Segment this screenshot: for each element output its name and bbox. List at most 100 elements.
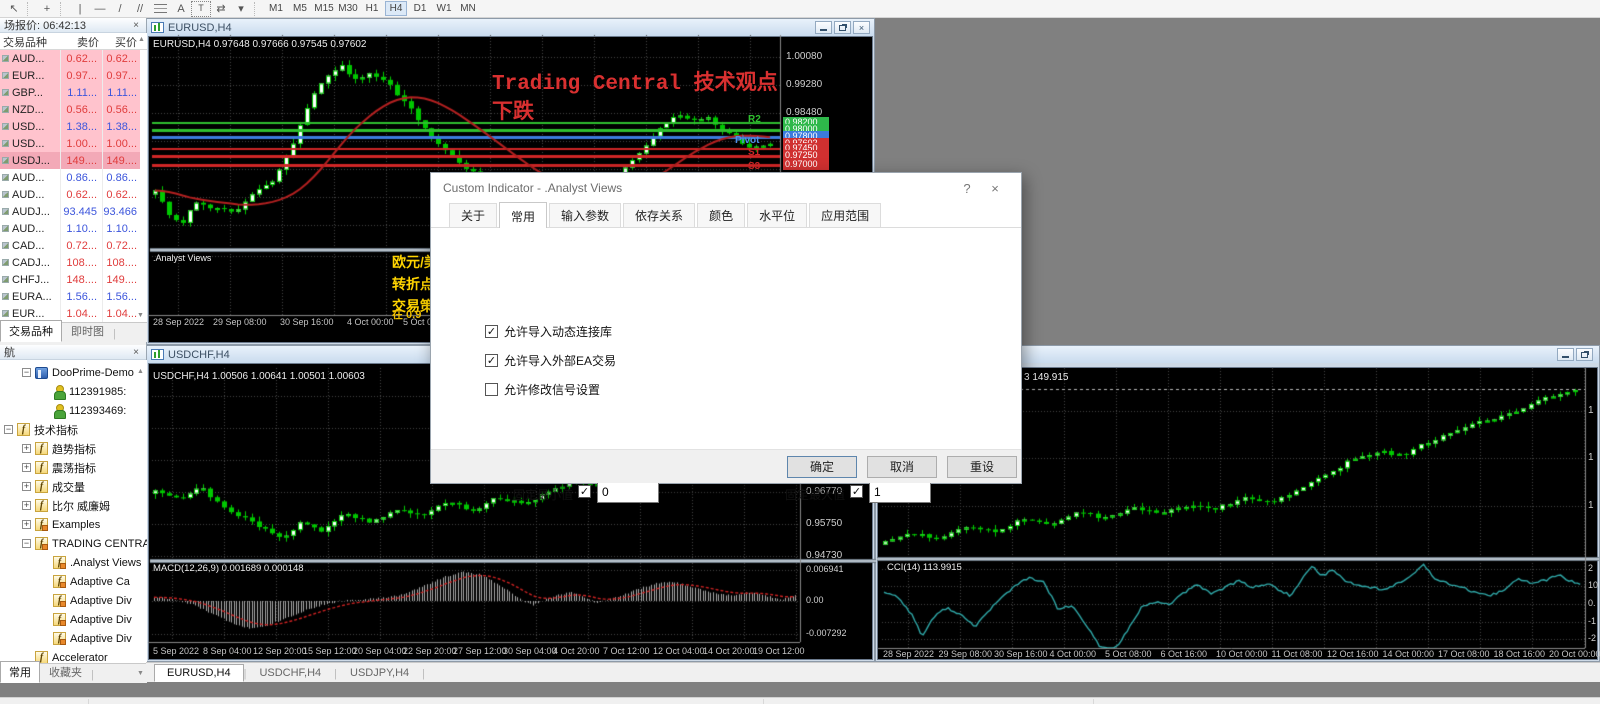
table-row[interactable]: AUD...0.86...0.86... xyxy=(0,169,140,186)
dialog-tabs: 关于常用输入参数依存关系颜色水平位应用范围 xyxy=(431,203,1021,228)
chart-tab-eurusdh4[interactable]: EURUSD,H4 xyxy=(154,664,244,682)
chart-tab-usdchfh4[interactable]: USDCHF,H4 xyxy=(246,664,334,682)
table-row[interactable]: USD...1.00...1.00... xyxy=(0,135,140,152)
tree-item[interactable]: +f震荡指标 xyxy=(0,458,96,477)
expand-icon[interactable]: + xyxy=(22,463,31,472)
timeframe-button-mn[interactable]: MN xyxy=(457,1,479,16)
timeframe-button-d1[interactable]: D1 xyxy=(409,1,431,16)
expand-icon[interactable]: + xyxy=(22,501,31,510)
scroll-up-icon[interactable]: ▲ xyxy=(138,36,145,49)
tab-常用[interactable]: 常用 xyxy=(0,661,40,683)
tree-item[interactable]: fAdaptive Div xyxy=(0,610,132,629)
tab-收藏夹[interactable]: 收藏夹 xyxy=(40,661,91,683)
horizontal-line-tool[interactable]: — xyxy=(90,1,110,17)
timeframe-button-m30[interactable]: M30 xyxy=(337,1,359,16)
ok-button[interactable]: 确定 xyxy=(787,456,857,478)
table-row[interactable]: USDJ...149....149.... xyxy=(0,152,140,169)
dialog-tab-颜色[interactable]: 颜色 xyxy=(697,203,745,227)
timeframe-button-m5[interactable]: M5 xyxy=(289,1,311,16)
expand-icon[interactable]: + xyxy=(22,520,31,529)
table-row[interactable]: GBP...1.11...1.11... xyxy=(0,84,140,101)
cursor-tool[interactable]: ↖ xyxy=(4,1,24,17)
collapse-icon[interactable]: − xyxy=(22,539,31,548)
mw-column-2[interactable]: 买价 xyxy=(102,33,140,49)
tree-item[interactable]: −DooPrime-Demo xyxy=(0,363,134,382)
tree-item[interactable]: fAdaptive Div xyxy=(0,629,132,648)
reset-button[interactable]: 重设 xyxy=(947,456,1017,478)
timeframe-button-h4[interactable]: H4 xyxy=(385,1,407,16)
dialog-tab-依存关系[interactable]: 依存关系 xyxy=(623,203,695,227)
checkbox-row[interactable]: 允许修改信号设置 xyxy=(485,381,600,398)
expand-icon[interactable]: + xyxy=(22,444,31,453)
tree-item[interactable]: +fExamples xyxy=(0,515,100,534)
dialog-tab-常用[interactable]: 常用 xyxy=(499,202,547,228)
close-icon[interactable]: × xyxy=(130,347,142,358)
checkbox-unchecked-icon[interactable] xyxy=(485,383,498,396)
table-row[interactable]: NZD...0.56...0.56... xyxy=(0,101,140,118)
timeframe-button-m15[interactable]: M15 xyxy=(313,1,335,16)
table-row[interactable]: EUR...0.97...0.97... xyxy=(0,67,140,84)
chart-tab-usdjpyh4[interactable]: USDJPY,H4 xyxy=(337,664,422,682)
tree-item[interactable]: −f技术指标 xyxy=(0,420,78,439)
table-row[interactable]: CAD...0.72...0.72... xyxy=(0,237,140,254)
text-tool[interactable]: A xyxy=(171,1,191,17)
min-value-input[interactable] xyxy=(597,481,659,503)
scroll-down-icon[interactable]: ▼ xyxy=(137,670,144,677)
timeframe-button-w1[interactable]: W1 xyxy=(433,1,455,16)
checkbox-row[interactable]: ✓允许导入动态连接库 xyxy=(485,323,612,340)
scroll-up-icon[interactable]: ▲ xyxy=(137,368,144,375)
tree-item[interactable]: +f趋势指标 xyxy=(0,439,96,458)
mw-column-1[interactable]: 卖价 xyxy=(60,33,102,49)
checkbox-checked-icon[interactable]: ✓ xyxy=(485,325,498,338)
expand-icon[interactable]: + xyxy=(22,482,31,491)
tree-item[interactable]: fAdaptive Ca xyxy=(0,572,130,591)
dialog-titlebar[interactable]: Custom Indicator - .Analyst Views ? × xyxy=(431,173,1021,203)
table-row[interactable]: AUD...1.10...1.10... xyxy=(0,220,140,237)
tree-item[interactable]: f.Analyst Views xyxy=(0,553,141,572)
close-icon[interactable]: × xyxy=(130,20,142,31)
channel-tool[interactable]: // xyxy=(130,1,150,17)
tab-即时图[interactable]: 即时图 xyxy=(62,320,113,342)
table-row[interactable]: USD...1.38...1.38... xyxy=(0,118,140,135)
dialog-tab-水平位[interactable]: 水平位 xyxy=(747,203,807,227)
tree-item[interactable]: +f成交量 xyxy=(0,477,85,496)
crosshair-tool[interactable]: + xyxy=(37,1,57,17)
market-watch-caption[interactable]: 场报价: 06:42:13 × xyxy=(0,18,146,33)
cancel-button[interactable]: 取消 xyxy=(867,456,937,478)
tab-交易品种[interactable]: 交易品种 xyxy=(0,320,62,342)
collapse-icon[interactable]: − xyxy=(22,368,31,377)
table-row[interactable]: AUD...0.62...0.62... xyxy=(0,186,140,203)
scroll-down-icon[interactable]: ▼ xyxy=(137,312,144,319)
timeframe-button-m1[interactable]: M1 xyxy=(265,1,287,16)
tree-item[interactable]: +f比尔 威廉姆 xyxy=(0,496,110,515)
dialog-tab-应用范围[interactable]: 应用范围 xyxy=(809,203,881,227)
tree-item[interactable]: −fTRADING CENTRAL xyxy=(0,534,147,553)
shapes-tool[interactable]: ⇄ xyxy=(211,1,231,17)
max-value-checkbox[interactable]: ✓ xyxy=(850,485,863,498)
label-tool[interactable]: T xyxy=(191,1,211,17)
max-value-input[interactable] xyxy=(869,481,931,503)
dialog-tab-关于[interactable]: 关于 xyxy=(449,203,497,227)
mw-column-0[interactable]: 交易品种 xyxy=(0,33,60,49)
table-row[interactable]: AUDJ...93.44593.466 xyxy=(0,203,140,220)
min-value-checkbox[interactable]: ✓ xyxy=(578,485,591,498)
fibonacci-tool[interactable] xyxy=(154,4,167,13)
navigator-caption[interactable]: 航 × xyxy=(0,345,146,360)
vertical-line-tool[interactable]: | xyxy=(70,1,90,17)
checkbox-checked-icon[interactable]: ✓ xyxy=(485,354,498,367)
table-row[interactable]: AUD...0.62...0.62... xyxy=(0,50,140,67)
tree-item[interactable]: 112391985: xyxy=(0,382,126,401)
tree-item[interactable]: 112393469: xyxy=(0,401,126,420)
table-row[interactable]: CHFJ...148....149.... xyxy=(0,271,140,288)
timeframe-button-h1[interactable]: H1 xyxy=(361,1,383,16)
collapse-icon[interactable]: − xyxy=(4,425,13,434)
dialog-tab-输入参数[interactable]: 输入参数 xyxy=(549,203,621,227)
tree-item[interactable]: fAdaptive Div xyxy=(0,591,132,610)
checkbox-row[interactable]: ✓允许导入外部EA交易 xyxy=(485,352,616,369)
shapes-dropdown[interactable]: ▾ xyxy=(231,1,251,17)
help-icon[interactable]: ? xyxy=(953,181,981,196)
close-icon[interactable]: × xyxy=(981,181,1009,196)
trendline-tool[interactable]: / xyxy=(110,1,130,17)
table-row[interactable]: CADJ...108....108.... xyxy=(0,254,140,271)
table-row[interactable]: EURA...1.56...1.56... xyxy=(0,288,140,305)
